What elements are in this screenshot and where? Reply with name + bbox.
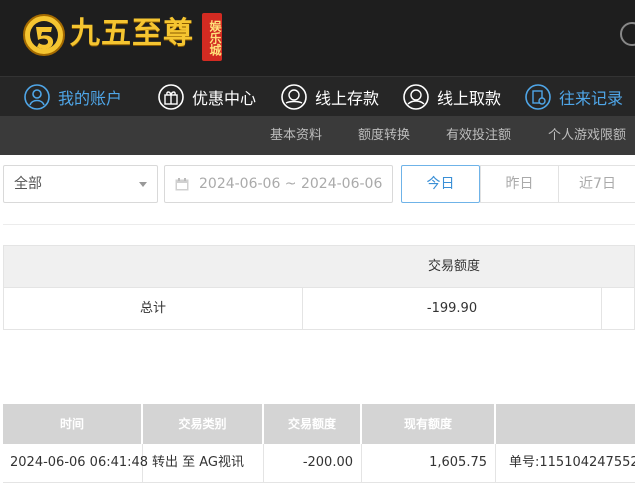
user-circle-icon bbox=[24, 83, 50, 110]
subnav-basic-info[interactable]: 基本资料 bbox=[270, 116, 322, 155]
records-col-balance: 现有额度 bbox=[362, 404, 496, 444]
date-range-input[interactable]: 2024-06-06 ~ 2024-06-06 bbox=[164, 165, 393, 203]
summary-column-header: 交易额度 bbox=[427, 259, 480, 274]
records-col-note bbox=[496, 404, 635, 444]
table-row: 2024-06-06 06:41:48 转出 至 AG视讯 -200.00 1,… bbox=[3, 444, 635, 483]
nav-records[interactable]: 往来记录 bbox=[525, 77, 623, 116]
nav-deposit[interactable]: 线上存款 bbox=[281, 77, 379, 116]
brand-subtitle: 娱乐城 bbox=[202, 13, 222, 61]
logo-icon bbox=[23, 14, 65, 56]
subnav-transfer[interactable]: 额度转换 bbox=[358, 116, 410, 155]
select-value: 全部 bbox=[14, 176, 42, 192]
nav-label: 线上取款 bbox=[437, 88, 502, 108]
quick-today-button[interactable]: 今日 bbox=[401, 165, 480, 203]
gift-icon bbox=[158, 83, 184, 110]
brand-name: 九五至尊 bbox=[70, 16, 194, 51]
nav-label: 往来记录 bbox=[559, 88, 624, 108]
record-note: 单号:115104247552 bbox=[509, 455, 635, 470]
record-category: 转出 至 AG视讯 bbox=[143, 444, 264, 482]
chevron-down-icon bbox=[139, 182, 147, 187]
summary-total-value: -199.90 bbox=[426, 301, 478, 316]
record-amount: -200.00 bbox=[264, 444, 362, 482]
quick-last7-button[interactable]: 近7日 bbox=[558, 165, 635, 203]
date-range-value: 2024-06-06 ~ 2024-06-06 bbox=[199, 176, 383, 192]
sub-nav: 基本资料 额度转换 有效投注额 个人游戏限额 bbox=[0, 116, 635, 155]
nav-label: 我的账户 bbox=[58, 88, 123, 108]
subnav-game-limits[interactable]: 个人游戏限额 bbox=[548, 116, 626, 155]
main-nav: 我的账户 优惠中心 线上存款 线上取款 往来记录 bbox=[0, 76, 635, 116]
records-col-amount: 交易额度 bbox=[264, 404, 362, 444]
record-balance: 1,605.75 bbox=[362, 444, 496, 482]
top-header: 九五至尊 娱乐城 bbox=[0, 0, 635, 76]
calendar-icon bbox=[175, 178, 189, 191]
summary-row: 总计 -199.90 bbox=[3, 288, 635, 330]
withdraw-icon bbox=[403, 83, 429, 110]
user-profile-icon[interactable] bbox=[620, 22, 635, 46]
divider bbox=[601, 288, 602, 329]
records-header: 时间 交易类别 交易额度 现有额度 bbox=[3, 404, 635, 444]
nav-label: 优惠中心 bbox=[192, 88, 257, 108]
divider bbox=[3, 224, 635, 225]
record-time: 2024-06-06 06:41:48 bbox=[3, 444, 148, 482]
summary-header: 交易额度 bbox=[3, 245, 635, 288]
deposit-icon bbox=[281, 83, 307, 110]
subnav-valid-bets[interactable]: 有效投注额 bbox=[446, 116, 511, 155]
records-col-type: 交易类别 bbox=[143, 404, 264, 444]
transaction-type-select[interactable]: 全部 bbox=[3, 165, 158, 203]
records-icon bbox=[525, 83, 551, 110]
nav-withdraw[interactable]: 线上取款 bbox=[403, 77, 501, 116]
quick-yesterday-button[interactable]: 昨日 bbox=[480, 165, 559, 203]
nav-label: 线上存款 bbox=[315, 88, 380, 108]
summary-total-label: 总计 bbox=[139, 301, 166, 316]
nav-my-account[interactable]: 我的账户 bbox=[24, 77, 122, 116]
nav-promotions[interactable]: 优惠中心 bbox=[158, 77, 256, 116]
records-col-time: 时间 bbox=[3, 404, 143, 444]
